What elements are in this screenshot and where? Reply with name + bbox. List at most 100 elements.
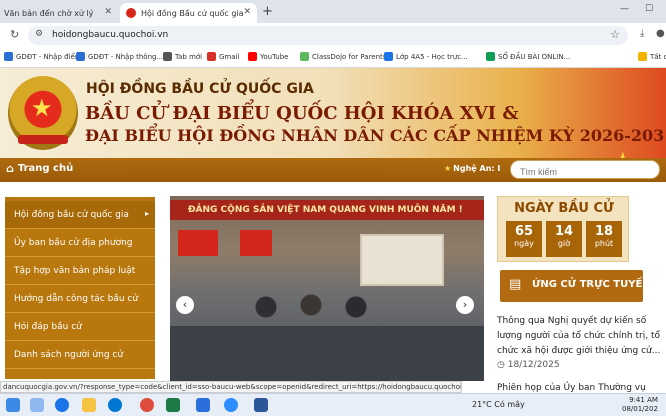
- home-link[interactable]: ⌂ Trang chủ: [6, 162, 73, 175]
- site-nav-bar: ⌂ Trang chủ ★ Nghệ An: I: [0, 158, 666, 182]
- online-candidacy-label: ỨNG CỬ TRỰC TUYẾN: [532, 279, 651, 290]
- flag-image: [178, 230, 218, 256]
- bookmark-favicon-icon: [486, 52, 495, 61]
- site-search-input[interactable]: [510, 160, 660, 179]
- slide-banner-text: ĐẢNG CỘNG SẢN VIỆT NAM QUANG VINH MUÔN N…: [170, 200, 484, 220]
- bookmark-item[interactable]: ClassDojo for Parents: [300, 52, 386, 61]
- bookmark-favicon-icon: [300, 52, 309, 61]
- bookmark-label: GDĐT - Nhập điểm: [16, 52, 82, 61]
- election-countdown: NGÀY BẦU CỬ 65 ngày 14 giờ 18 phút: [497, 196, 629, 262]
- online-candidacy-button[interactable]: ▤ ỨNG CỬ TRỰC TUYẾN: [500, 270, 651, 302]
- tab-van-ban[interactable]: Văn bản đến chờ xử lý ✕: [0, 3, 118, 23]
- bookmark-label: SỔ ĐẦU BÀI ONLIN...: [498, 52, 571, 61]
- menu-item-label: Hội đồng bầu cử quốc gia: [14, 210, 129, 220]
- bookmark-item[interactable]: Gmail: [207, 52, 239, 61]
- bookmark-favicon-icon: [248, 52, 257, 61]
- search-icon[interactable]: [30, 398, 44, 412]
- bookmark-item[interactable]: Tab mới: [163, 52, 202, 61]
- news-item[interactable]: Thông qua Nghị quyết dự kiến số lượng ng…: [497, 314, 663, 359]
- zoom-icon[interactable]: [224, 398, 238, 412]
- slide-prev-button[interactable]: ‹: [176, 296, 194, 314]
- address-bar-row: ↻ ⚙ hoidongbaucu.quochoi.vn ☆ ⤓ ●: [0, 23, 666, 48]
- windows-start-icon[interactable]: [6, 398, 20, 412]
- chrome-icon[interactable]: [55, 398, 69, 412]
- region-ticker: ★ Nghệ An: I: [444, 164, 500, 173]
- close-icon[interactable]: ✕: [243, 7, 251, 17]
- bookmark-item[interactable]: SỔ ĐẦU BÀI ONLIN...: [486, 52, 570, 61]
- address-bar[interactable]: ⚙ hoidongbaucu.quochoi.vn ☆: [28, 26, 628, 45]
- chrome-active-icon[interactable]: [140, 398, 154, 412]
- bookmark-item[interactable]: Tất cả dấ: [638, 52, 666, 61]
- news-title: Thông qua Nghị quyết dự kiến số lượng ng…: [497, 316, 661, 356]
- system-clock[interactable]: 9:41 AM 08/01/202: [622, 396, 658, 414]
- countdown-hours: 14 giờ: [546, 221, 582, 257]
- url-text: hoidongbaucu.quochoi.vn: [52, 30, 169, 40]
- file-explorer-icon[interactable]: [82, 398, 96, 412]
- news-item[interactable]: Phiên họp của Ủy ban Thường vụ: [497, 383, 646, 393]
- word-icon[interactable]: [254, 398, 268, 412]
- bookmark-favicon-icon: [638, 52, 647, 61]
- star-icon: ★: [444, 164, 452, 173]
- screen: Văn bản đến chờ xử lý ✕ Hội đồng Bầu cử …: [0, 0, 666, 416]
- home-icon: ⌂: [6, 162, 14, 175]
- new-tab-button[interactable]: +: [262, 4, 273, 19]
- maximize-icon[interactable]: ☐: [645, 4, 653, 14]
- weather-widget[interactable]: 21°C Có mây: [472, 400, 525, 409]
- conference-table: [170, 326, 484, 381]
- conference-screen: [360, 234, 444, 286]
- browser-tab-strip: Văn bản đến chờ xử lý ✕ Hội đồng Bầu cử …: [0, 0, 666, 23]
- menu-item-label: Ủy ban bầu cử địa phương: [14, 238, 133, 248]
- home-label: Trang chủ: [17, 163, 74, 174]
- reload-icon[interactable]: ↻: [10, 28, 19, 41]
- extension-icon[interactable]: ●: [656, 28, 665, 39]
- minutes-label: phút: [594, 239, 614, 248]
- bookmark-label: YouTube: [260, 52, 289, 61]
- hours-label: giờ: [557, 239, 571, 248]
- download-icon[interactable]: ⤓: [640, 28, 644, 39]
- bookmark-item[interactable]: GDĐT - Nhập điểm: [4, 52, 82, 61]
- menu-item-label: Danh sách người ứng cử: [14, 350, 124, 360]
- menu-item[interactable]: Ủy ban bầu cử địa phương: [5, 229, 155, 257]
- org-name: HỘI ĐỒNG BẦU CỬ QUỐC GIA: [86, 81, 314, 97]
- menu-item[interactable]: Tập hợp văn bản pháp luật: [5, 257, 155, 285]
- left-menu: Hội đồng bầu cử quốc gia ▸ Ủy ban bầu cử đ…: [5, 197, 155, 379]
- bookmark-item[interactable]: GDĐT - Nhập thông...: [76, 52, 163, 61]
- slide-next-button[interactable]: ›: [456, 296, 474, 314]
- edge-icon[interactable]: [108, 398, 122, 412]
- menu-item[interactable]: Danh sách người ứng cử: [5, 341, 155, 369]
- bookmark-favicon-icon: [4, 52, 13, 61]
- bookmark-item[interactable]: YouTube: [248, 52, 288, 61]
- countdown-minutes: 18 phút: [586, 221, 622, 257]
- news-date: ◷ 18/12/2025: [497, 360, 560, 370]
- menu-item[interactable]: Hỏi đáp bầu cử: [5, 313, 155, 341]
- bookmark-item[interactable]: Lớp 4A5 - Học trực...: [384, 52, 468, 61]
- menu-item-label: Hỏi đáp bầu cử: [14, 322, 82, 332]
- site-banner: ★ HỘI ĐỒNG BẦU CỬ QUỐC GIA BẦU CỬ ĐẠI BI…: [0, 68, 666, 158]
- menu-item[interactable]: Hướng dẫn công tác bầu cử: [5, 285, 155, 313]
- hours-value: 14: [554, 224, 574, 239]
- menu-item-label: Tập hợp văn bản pháp luật: [14, 266, 136, 276]
- minimize-icon[interactable]: —: [620, 4, 629, 14]
- tab-hoi-dong[interactable]: Hội đồng Bầu cử quốc gia ✕: [120, 3, 257, 23]
- clock-icon: ◷: [497, 360, 508, 370]
- clock-time: 9:41 AM: [629, 396, 658, 404]
- clock-date: 08/01/202: [622, 405, 658, 413]
- minutes-value: 18: [594, 224, 614, 239]
- news-date-text: 18/12/2025: [507, 360, 560, 370]
- bookmark-star-icon[interactable]: ☆: [610, 28, 620, 41]
- chevron-right-icon: ▸: [144, 209, 149, 218]
- days-label: ngày: [514, 239, 534, 248]
- featured-slideshow[interactable]: ĐẢNG CỘNG SẢN VIỆT NAM QUANG VINH MUÔN N…: [170, 196, 484, 381]
- headline-primary: BẦU CỬ ĐẠI BIỂU QUỐC HỘI KHÓA XVI &: [85, 103, 519, 124]
- region-label: Nghệ An: I: [453, 164, 501, 173]
- emblem-favicon-icon: [126, 8, 136, 18]
- excel-icon[interactable]: [166, 398, 180, 412]
- site-info-icon[interactable]: ⚙: [35, 29, 43, 39]
- store-icon[interactable]: [196, 398, 210, 412]
- bookmark-label: ClassDojo for Parents: [312, 52, 387, 61]
- bookmark-label: Tất cả dấ: [650, 52, 666, 61]
- windows-taskbar: 21°C Có mây 9:41 AM 08/01/202: [0, 393, 666, 416]
- menu-item[interactable]: Hội đồng bầu cử quốc gia ▸: [5, 201, 155, 229]
- close-icon[interactable]: ✕: [104, 7, 112, 17]
- bookmark-favicon-icon: [384, 52, 393, 61]
